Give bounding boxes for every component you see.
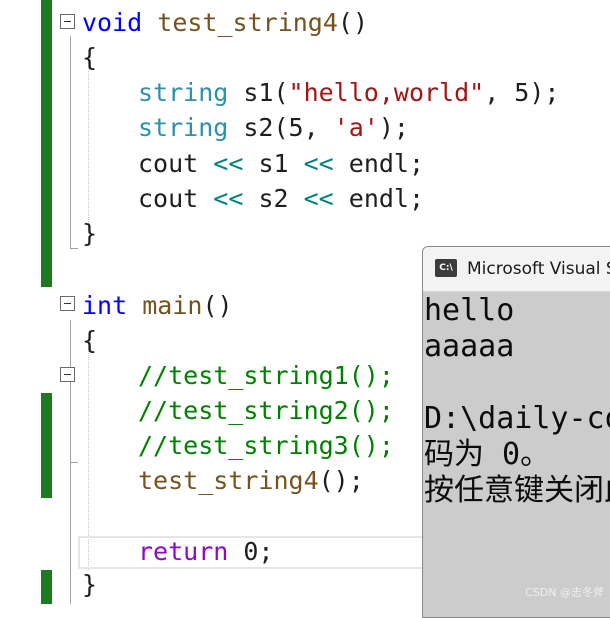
- type-string: string: [138, 113, 229, 142]
- outline-guide-end: [70, 462, 78, 463]
- type-string: string: [138, 78, 229, 107]
- rest: ();: [318, 466, 364, 495]
- watermark: CSDN @志冬斧: [525, 586, 604, 599]
- console-line: 按任意键关闭此窗口. . .: [424, 473, 610, 508]
- operator: <<: [288, 184, 349, 213]
- endl: endl: [348, 149, 409, 178]
- operator: <<: [198, 184, 259, 213]
- brace: {: [82, 326, 98, 355]
- keyword-void: void: [82, 8, 143, 37]
- decl: s1(: [228, 78, 289, 107]
- code-line-comment3[interactable]: //test_string3();: [138, 428, 394, 463]
- code-line-comment2[interactable]: //test_string2();: [138, 393, 394, 428]
- code-line-open-brace[interactable]: {: [82, 40, 97, 75]
- comment: //test_string1();: [138, 361, 394, 390]
- decl: s2(5,: [228, 113, 334, 142]
- brace: }: [82, 570, 98, 599]
- brace: {: [82, 43, 98, 72]
- code-line-cout2[interactable]: cout << s2 << endl;: [138, 181, 424, 216]
- code-line-open-brace[interactable]: {: [82, 323, 97, 358]
- var: s2: [258, 184, 289, 213]
- debug-console-window[interactable]: C:\ Microsoft Visual Studio 调试控制台 hello …: [422, 246, 610, 618]
- console-title-bar[interactable]: C:\ Microsoft Visual Studio 调试控制台: [423, 247, 610, 292]
- var: s1: [258, 149, 289, 178]
- collapse-toggle-comments[interactable]: [60, 367, 75, 382]
- change-indicator-bar: [41, 393, 52, 498]
- console-line: aaaaa: [424, 329, 515, 364]
- semicolon: ;: [408, 149, 425, 178]
- code-line-call4[interactable]: test_string4();: [138, 463, 364, 498]
- function-name: main: [142, 291, 203, 320]
- code-line-cout1[interactable]: cout << s1 << endl;: [138, 146, 424, 181]
- console-app-icon: C:\: [435, 259, 457, 277]
- collapse-toggle-main[interactable]: [60, 296, 75, 311]
- code-line-comment1[interactable]: //test_string1();: [138, 358, 394, 393]
- code-line-fn2[interactable]: int main(): [82, 288, 233, 323]
- params: (): [337, 8, 369, 37]
- keyword-int: int: [82, 291, 128, 320]
- code-line-return[interactable]: return 0;: [138, 534, 273, 569]
- brace: }: [82, 219, 98, 248]
- function-name: test_string4: [157, 8, 338, 37]
- rest: );: [378, 113, 409, 142]
- cout: cout: [138, 149, 199, 178]
- console-line: D:\daily-code\...\x64\Debug\test.exe (进程…: [424, 401, 610, 436]
- outline-guide-line: [70, 36, 71, 248]
- endl: endl: [348, 184, 409, 213]
- code-line-close-brace[interactable]: }: [82, 216, 97, 251]
- char-literal: 'a': [333, 113, 379, 142]
- outline-guide-end: [70, 248, 78, 249]
- cout: cout: [138, 184, 199, 213]
- code-line-fn1[interactable]: void test_string4(): [82, 5, 368, 40]
- semicolon: ;: [408, 184, 425, 213]
- console-line: 码为 0。: [424, 437, 551, 472]
- operator: <<: [288, 149, 349, 178]
- function-call: test_string4: [138, 466, 319, 495]
- console-output[interactable]: hello aaaaa D:\daily-code\...\x64\Debug\…: [423, 293, 610, 509]
- params: (): [202, 291, 233, 320]
- change-indicator-bar: [41, 0, 52, 287]
- comment: //test_string2();: [138, 396, 394, 425]
- console-line: hello: [424, 293, 515, 328]
- rest: 0;: [228, 537, 274, 566]
- string-literal: "hello,world": [288, 78, 485, 107]
- rest: , 5);: [484, 78, 560, 107]
- operator: <<: [198, 149, 259, 178]
- code-line-s2[interactable]: string s2(5, 'a');: [138, 110, 409, 145]
- code-line-s1[interactable]: string s1("hello,world", 5);: [138, 75, 559, 110]
- code-line-close-brace[interactable]: }: [82, 567, 97, 602]
- keyword-return: return: [138, 537, 229, 566]
- collapse-toggle-test-string4[interactable]: [60, 14, 75, 29]
- indent-guide: [88, 60, 89, 230]
- console-title: Microsoft Visual Studio 调试控制台: [467, 259, 610, 279]
- comment: //test_string3();: [138, 431, 394, 460]
- change-indicator-bar: [41, 570, 52, 604]
